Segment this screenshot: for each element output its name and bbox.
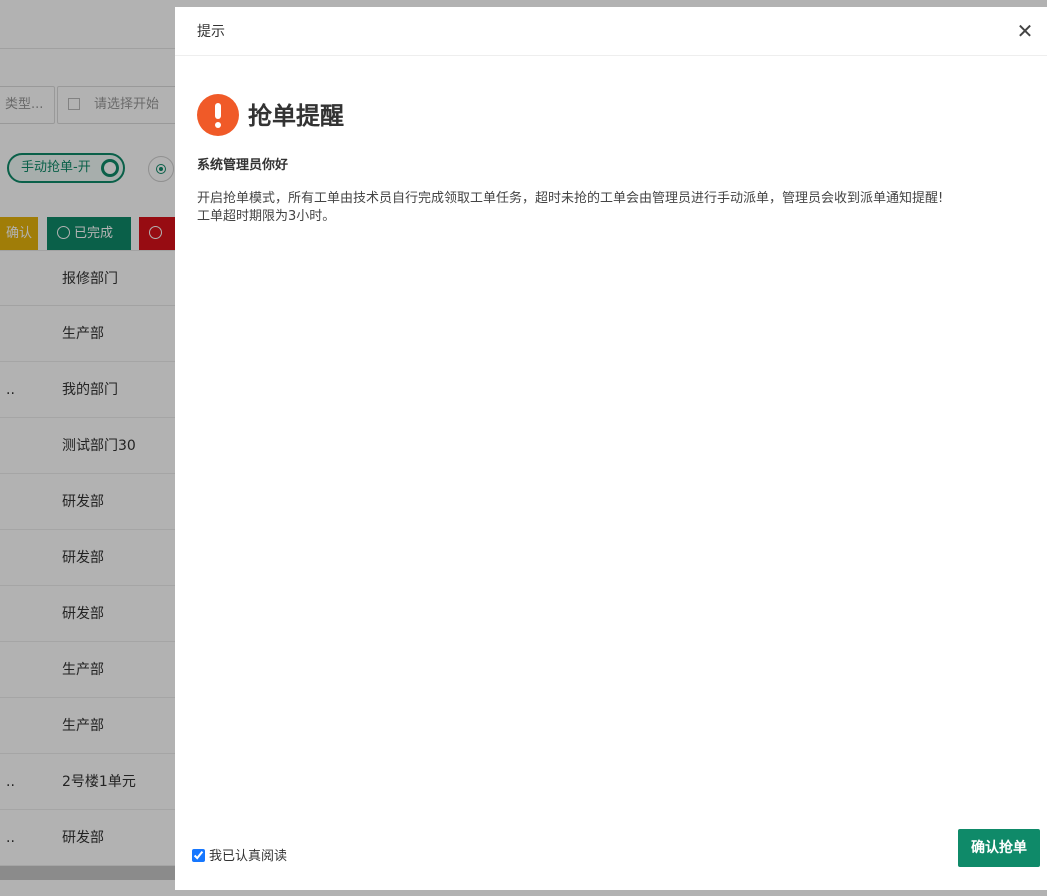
dialog-title: 提示 [197,24,225,40]
notice-message-line-1: 开启抢单模式，所有工单由技术员自行完成领取工单任务，超时未抢的工单会由管理员进行… [197,191,944,206]
dialog-header: 提示 ✕ [175,7,1047,56]
close-icon[interactable]: ✕ [1015,20,1035,42]
dialog-heading: 抢单提醒 [248,102,344,130]
notice-message: 开启抢单模式，所有工单由技术员自行完成领取工单任务，超时未抢的工单会由管理员进行… [197,190,1042,226]
read-acknowledge-label: 我已认真阅读 [209,849,288,864]
read-acknowledge-checkbox[interactable] [192,849,205,862]
notice-dialog: 提示 ✕ 抢单提醒 系统管理员你好 开启抢单模式，所有工单由技术员自行完成领取工… [175,7,1047,890]
read-acknowledge[interactable]: 我已认真阅读 [192,848,287,866]
exclamation-circle-icon [197,94,239,136]
confirm-grab-button[interactable]: 确认抢单 [958,829,1040,867]
greeting-text: 系统管理员你好 [197,158,289,173]
notice-message-line-2: 工单超时期限为3小时。 [197,209,336,224]
